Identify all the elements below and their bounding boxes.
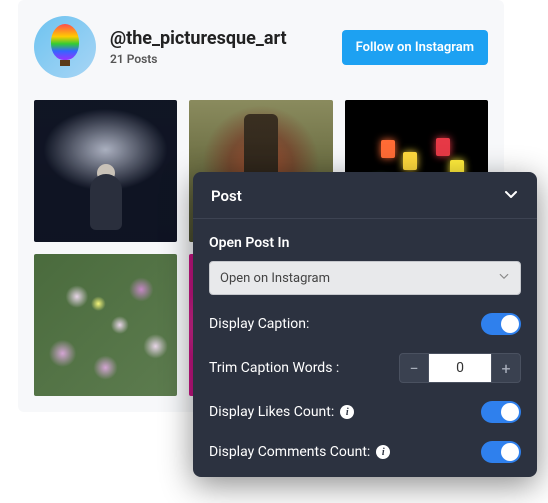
profile-block: @the_picturesque_art 21 Posts [34, 16, 287, 78]
profile-handle[interactable]: @the_picturesque_art [110, 28, 287, 49]
chevron-down-icon [498, 270, 510, 286]
display-caption-row: Display Caption: [209, 313, 521, 335]
stepper-value[interactable]: 0 [429, 353, 491, 383]
display-likes-row: Display Likes Count: i [209, 401, 521, 423]
display-comments-row: Display Comments Count: i [209, 441, 521, 463]
feed-header: @the_picturesque_art 21 Posts Follow on … [34, 16, 488, 78]
panel-header[interactable]: Post [209, 172, 521, 218]
display-comments-label: Display Comments Count: i [209, 444, 390, 460]
display-caption-toggle[interactable] [481, 313, 521, 335]
stepper-plus-button[interactable]: + [491, 353, 521, 383]
open-post-select[interactable]: Open on Instagram [209, 261, 521, 295]
display-caption-label: Display Caption: [209, 316, 309, 332]
trim-caption-label: Trim Caption Words : [209, 360, 339, 376]
balloon-graphic [51, 24, 79, 60]
trim-stepper: − 0 + [399, 353, 521, 383]
balloon-basket [60, 60, 70, 66]
display-likes-toggle[interactable] [481, 401, 521, 423]
trim-caption-row: Trim Caption Words : − 0 + [209, 353, 521, 383]
follow-button[interactable]: Follow on Instagram [342, 30, 488, 65]
posts-count: 21 Posts [110, 52, 287, 66]
panel-title: Post [211, 187, 242, 205]
avatar[interactable] [34, 16, 96, 78]
display-likes-label: Display Likes Count: i [209, 404, 354, 420]
select-value: Open on Instagram [220, 271, 330, 286]
post-thumb-4[interactable] [34, 254, 177, 396]
divider [193, 218, 537, 219]
stepper-minus-button[interactable]: − [399, 353, 429, 383]
post-settings-panel: Post Open Post In Open on Instagram Disp… [193, 172, 537, 477]
profile-meta: @the_picturesque_art 21 Posts [110, 28, 287, 66]
open-post-in-label: Open Post In [209, 235, 521, 251]
info-icon[interactable]: i [376, 445, 390, 459]
display-comments-toggle[interactable] [481, 441, 521, 463]
info-icon[interactable]: i [340, 405, 354, 419]
chevron-down-icon[interactable] [503, 186, 519, 206]
post-thumb-1[interactable] [34, 100, 177, 242]
